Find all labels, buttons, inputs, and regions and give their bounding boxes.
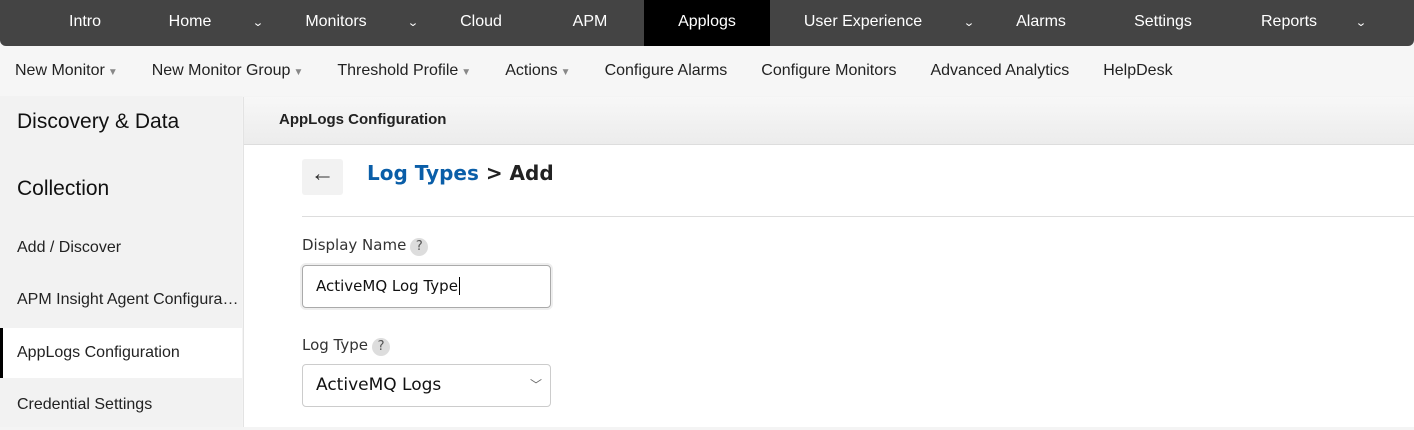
sidebar-item-add-discover[interactable]: Add / Discover — [0, 223, 242, 273]
label-text: Log Type — [302, 336, 369, 354]
nav-user-experience[interactable]: User Experience — [804, 0, 922, 46]
chevron-down-icon[interactable]: ⌄ — [963, 0, 975, 46]
advanced-analytics-link[interactable]: Advanced Analytics — [930, 62, 1069, 80]
nav-settings[interactable]: Settings — [1134, 0, 1192, 46]
breadcrumb-current: Add — [509, 161, 554, 185]
configure-monitors-link[interactable]: Configure Monitors — [761, 62, 896, 80]
nav-home[interactable]: Home — [169, 0, 212, 46]
log-type-label: Log Type? — [302, 336, 391, 356]
top-nav: Intro Home ⌄ Monitors ⌄ Cloud APM Applog… — [0, 0, 1414, 46]
input-value: ActiveMQ Log Type — [316, 277, 458, 295]
divider — [302, 216, 1414, 217]
display-name-label: Display Name? — [302, 236, 429, 256]
label: New Monitor Group — [151, 62, 291, 79]
breadcrumb-log-types[interactable]: Log Types — [367, 161, 479, 185]
caret-down-icon: ▼ — [293, 67, 304, 78]
label-text: Display Name — [302, 236, 407, 254]
chevron-down-icon[interactable]: ⌄ — [252, 0, 264, 46]
breadcrumb-sep: > — [478, 161, 510, 185]
caret-down-icon: ▼ — [461, 67, 472, 78]
caret-down-icon: ▼ — [107, 67, 118, 78]
sidebar-item-apm-insight[interactable]: APM Insight Agent Configuration — [0, 275, 242, 325]
configure-alarms-link[interactable]: Configure Alarms — [605, 62, 728, 80]
help-icon[interactable]: ? — [372, 338, 391, 356]
sidebar-item-applogs[interactable]: AppLogs Configuration — [0, 328, 242, 378]
new-monitor-menu[interactable]: New Monitor ▼ — [15, 62, 118, 80]
nav-apm[interactable]: APM — [573, 0, 608, 46]
help-icon[interactable]: ? — [410, 238, 429, 256]
label: Threshold Profile — [337, 62, 459, 79]
sidebar-title-2: Collection — [17, 177, 110, 200]
caret-down-icon: ▼ — [560, 67, 571, 78]
back-arrow-icon[interactable]: ← — [302, 159, 343, 195]
nav-intro[interactable]: Intro — [69, 0, 101, 46]
select-value: ActiveMQ Logs — [316, 375, 442, 395]
page-header: AppLogs Configuration — [244, 97, 1414, 145]
sidebar: Discovery & Data Collection Add / Discov… — [0, 96, 242, 427]
chevron-down-icon: ﹀ — [529, 378, 542, 392]
threshold-profile-menu[interactable]: Threshold Profile ▼ — [337, 62, 471, 80]
display-name-input[interactable]: ActiveMQ Log Type — [302, 265, 551, 308]
log-type-select[interactable]: ActiveMQ Logs ﹀ — [302, 364, 551, 407]
nav-cloud[interactable]: Cloud — [460, 0, 502, 46]
breadcrumb: Log Types > Add — [367, 161, 554, 185]
text-cursor — [458, 277, 460, 295]
sidebar-title: Discovery & Data — [17, 110, 180, 133]
nav-monitors[interactable]: Monitors — [305, 0, 366, 46]
main-content: AppLogs Configuration ← Log Types > Add … — [243, 97, 1414, 427]
chevron-down-icon[interactable]: ⌄ — [407, 0, 419, 46]
sub-nav: New Monitor ▼ New Monitor Group ▼ Threshol… — [0, 46, 1414, 96]
chevron-down-icon[interactable]: ⌄ — [1355, 0, 1367, 46]
actions-menu[interactable]: Actions ▼ — [505, 62, 570, 80]
nav-alarms[interactable]: Alarms — [1016, 0, 1066, 46]
helpdesk-link[interactable]: HelpDesk — [1103, 62, 1172, 80]
nav-applogs[interactable]: Applogs — [644, 0, 770, 46]
new-monitor-group-menu[interactable]: New Monitor Group ▼ — [152, 62, 304, 80]
sidebar-item-credentials[interactable]: Credential Settings — [0, 380, 242, 430]
label: New Monitor — [15, 62, 105, 79]
label: Actions — [505, 62, 558, 79]
nav-reports[interactable]: Reports — [1261, 0, 1317, 46]
